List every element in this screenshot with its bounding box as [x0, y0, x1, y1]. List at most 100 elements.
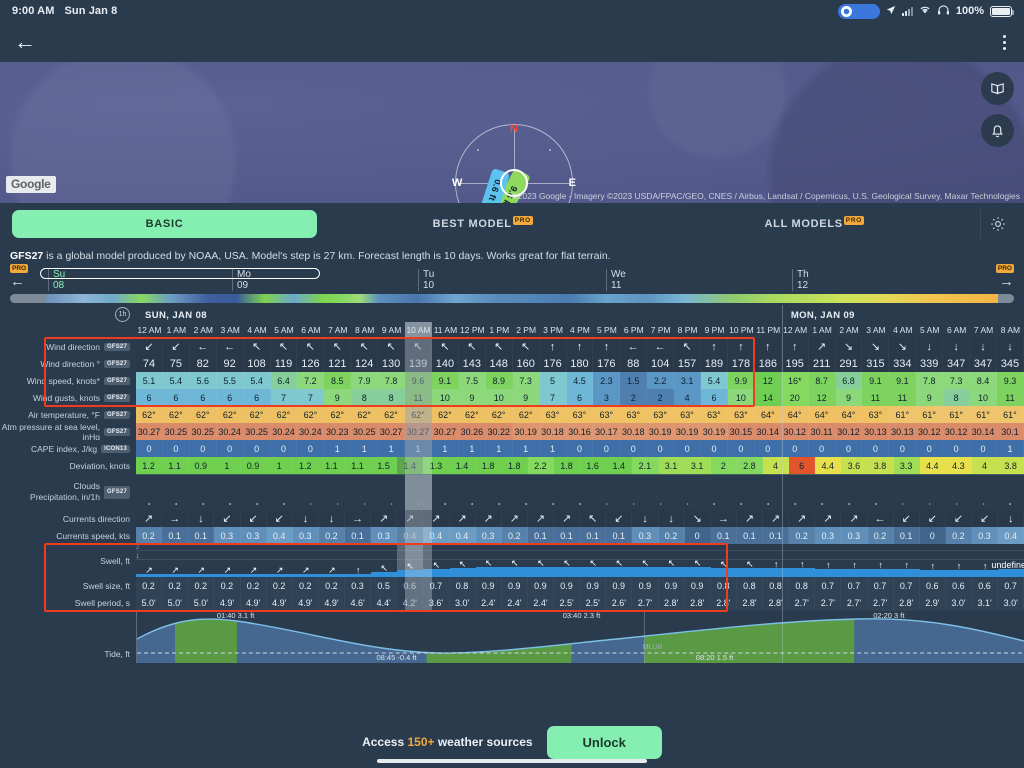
precip-cell: [486, 475, 513, 510]
model-name: GFS27: [10, 250, 44, 262]
table-cell: 0: [970, 440, 997, 457]
table-cell: 0.3: [632, 527, 659, 544]
table-cell: 0.9: [240, 457, 267, 474]
table-cell: 2: [710, 457, 737, 474]
table-cell: 189: [701, 355, 728, 372]
table-cell: ←: [867, 510, 894, 527]
map-layers-icon[interactable]: [981, 72, 1014, 105]
swell-bar-cell: ↑: [893, 544, 920, 577]
table-cell: 2: [647, 389, 675, 406]
back-arrow-icon[interactable]: ←: [14, 31, 36, 53]
table-cell: 62°: [351, 406, 379, 423]
table-cell: 140: [431, 355, 459, 372]
gear-icon[interactable]: [980, 209, 1014, 239]
table-cell: 0: [243, 440, 271, 457]
table-cell: 0: [216, 440, 244, 457]
tab-basic[interactable]: BASIC: [12, 210, 317, 238]
table-cell: 1: [458, 440, 486, 457]
precip-cell: [271, 475, 298, 510]
table-cell: 1.1: [345, 457, 372, 474]
swell-bar-cell: ↗: [292, 544, 319, 577]
precip-cell: [593, 475, 620, 510]
table-cell: ↑: [566, 338, 594, 355]
table-cell: 1: [485, 440, 513, 457]
table-cell: 5.4: [243, 372, 271, 389]
table-cell: 30.18: [539, 423, 567, 440]
table-cell: 0.7: [893, 577, 920, 594]
table-cell: 3.8: [867, 457, 894, 474]
table-cell: ↘: [889, 338, 917, 355]
table-cell: 30.16: [566, 423, 594, 440]
table-cell: 0.8: [763, 577, 790, 594]
swell-bar-cell: ↖: [475, 544, 502, 577]
table-row: Currents direction ↗ → ↓ ↙ ↙ ↙ ↓ ↓ → ↗ ↗ ↗ ↗ ↗ ↗ ↗ ↗ ↖ ↙ ↓ ↓ ↘…: [0, 510, 1024, 527]
table-row: Wind direction GFS27 ↙ ↙ ← ← ↖ ↖ ↖ ↖ ↖ ↖ ↖ ↖ ↖ ↖ ↖ ↑ ↑ ↑ ← ← ↖…: [0, 338, 1024, 355]
scrubber-selection[interactable]: [40, 268, 320, 279]
table-cell: 7.2: [297, 372, 325, 389]
more-vertical-icon[interactable]: [999, 31, 1010, 54]
pro-badge: PRO: [843, 216, 864, 225]
tab-best-model[interactable]: BEST MODEL PRO: [317, 210, 649, 238]
scrubber-day-11[interactable]: We 11: [606, 269, 626, 291]
table-cell: 0: [674, 440, 702, 457]
table-cell: 2.4': [501, 594, 528, 611]
table-cell: 0.4: [397, 527, 424, 544]
table-cell: 30.12: [916, 423, 944, 440]
scrubber-track[interactable]: [10, 294, 1014, 303]
model-tabs: BASIC BEST MODEL PRO ALL MODELS PRO: [0, 203, 1024, 245]
table-cell: 7.8: [916, 372, 944, 389]
unlock-button[interactable]: Unlock: [546, 725, 662, 759]
table-cell: 180: [566, 355, 594, 372]
row-label-text: Currents direction: [62, 513, 130, 524]
table-cell: 6: [216, 389, 244, 406]
table-cell: ↓: [943, 338, 971, 355]
map-preview[interactable]: N S W E 9.6 kts 0.6 ft 4.2s Google ©2023…: [0, 62, 1024, 203]
table-cell: ↓: [997, 338, 1024, 355]
table-cell: 4.5: [566, 372, 594, 389]
hour-label: 10 AM: [405, 322, 432, 338]
tab-all-models[interactable]: ALL MODELS PRO: [649, 210, 981, 238]
table-cell: 0.1: [606, 527, 633, 544]
swell-bar-cell: ↑: [945, 544, 972, 577]
table-cell: 7: [539, 389, 567, 406]
table-cell: 30.19: [512, 423, 540, 440]
table-cell: 176: [593, 355, 621, 372]
precip-cell: [916, 475, 943, 510]
tab-all-models-label: ALL MODELS: [764, 218, 843, 230]
table-cell: 0.7: [998, 577, 1024, 594]
table-cell: 4.3: [945, 457, 972, 474]
table-cell: 4.9': [292, 594, 319, 611]
scrubber-day-12[interactable]: Th 12: [792, 269, 809, 291]
table-cell: 30.25: [351, 423, 379, 440]
table-row: Deviation, knots 1.2 1.1 0.9 1 0.9 1 1.2 1.1 1.1 1…: [0, 457, 1024, 474]
swell-bar-cell: ↑: [789, 544, 816, 577]
table-cell: 0: [297, 440, 325, 457]
table-cell: ↙: [972, 510, 999, 527]
table-cell: 347: [943, 355, 971, 372]
swell-bar-cell: ↖: [658, 544, 685, 577]
precip-cell: [432, 475, 459, 510]
table-cell: 186: [754, 355, 782, 372]
table-cell: 30.13: [889, 423, 917, 440]
table-cell: 3.1': [972, 594, 999, 611]
precip-cell: [324, 475, 351, 510]
table-cell: 5.5: [216, 372, 244, 389]
table-cell: ↗: [397, 510, 424, 527]
table-cell: 4.4: [815, 457, 842, 474]
table-cell: 0.1: [162, 527, 189, 544]
swell-direction-arrow: ↗: [171, 565, 179, 575]
interval-selector[interactable]: 1h: [0, 307, 136, 322]
table-cell: 0.6: [972, 577, 999, 594]
table-cell: ↗: [501, 510, 528, 527]
row-label-text: Deviation, knots: [69, 460, 130, 471]
alerts-bell-icon[interactable]: [981, 114, 1014, 147]
scrubber-day-10[interactable]: Tu 10: [418, 269, 434, 291]
upsell-text: Access 150+ weather sources: [362, 735, 532, 749]
row-label: Wind speed, knots* GFS27: [0, 372, 136, 389]
precip-cell: [297, 475, 324, 510]
table-cell: 0.3: [345, 577, 372, 594]
precip-cell: [836, 475, 863, 510]
tab-best-model-label: BEST MODEL: [432, 218, 512, 230]
table-cell: 0.2: [214, 577, 241, 594]
day-scrubber[interactable]: PRO ← PRO → Su 08 Mo 09 Tu 10 We 11 Th 12: [0, 264, 1024, 305]
